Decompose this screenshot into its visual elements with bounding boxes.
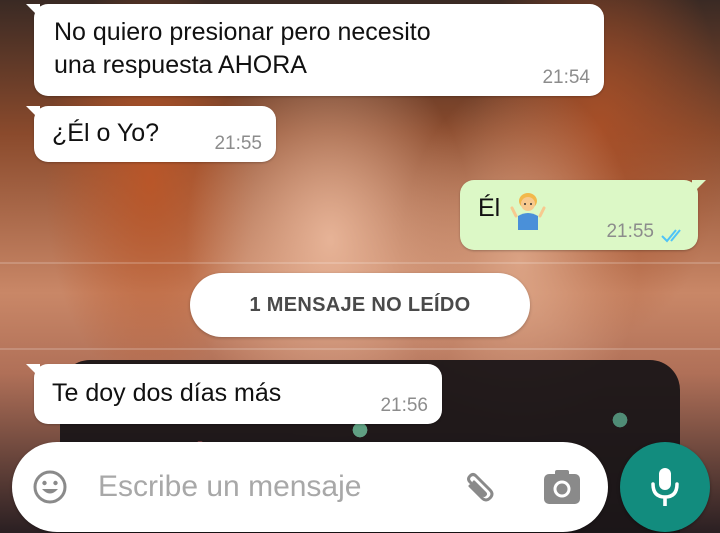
camera-icon[interactable] bbox=[542, 468, 582, 506]
message-time: 21:55 bbox=[214, 133, 262, 154]
emoji-icon[interactable] bbox=[32, 469, 68, 505]
attach-icon[interactable] bbox=[456, 466, 500, 510]
message-incoming[interactable]: Te doy dos días más 21:56 bbox=[26, 364, 442, 424]
message-text: Él bbox=[478, 194, 501, 222]
message-text: No quiero presionar pero necesito una re… bbox=[54, 16, 584, 82]
mic-icon bbox=[651, 468, 679, 506]
message-text-line: No quiero presionar pero necesito bbox=[54, 18, 431, 46]
wallpaper-line bbox=[0, 348, 720, 350]
message-text: Te doy dos días más bbox=[52, 379, 282, 407]
double-check-icon bbox=[661, 229, 681, 243]
message-incoming[interactable]: ¿Él o Yo? 21:55 bbox=[26, 106, 276, 162]
message-text-line: una respuesta AHORA bbox=[54, 51, 307, 79]
unread-messages-banner: 1 MENSAJE NO LEÍDO bbox=[190, 273, 530, 337]
mic-button[interactable] bbox=[620, 442, 710, 532]
message-time: 21:54 bbox=[542, 67, 590, 88]
wallpaper-line bbox=[0, 262, 720, 264]
message-outgoing[interactable]: Él 21:55 bbox=[460, 180, 706, 250]
message-composer: Escribe un mensaje bbox=[12, 442, 608, 532]
person-shrugging-emoji-icon bbox=[510, 193, 546, 230]
message-time: 21:55 bbox=[606, 221, 654, 242]
message-input[interactable]: Escribe un mensaje bbox=[98, 470, 361, 504]
message-text: ¿Él o Yo? bbox=[52, 119, 160, 147]
unread-banner-label: 1 MENSAJE NO LEÍDO bbox=[249, 293, 471, 316]
message-time: 21:56 bbox=[380, 395, 428, 416]
message-incoming[interactable]: No quiero presionar pero necesito una re… bbox=[26, 4, 604, 96]
